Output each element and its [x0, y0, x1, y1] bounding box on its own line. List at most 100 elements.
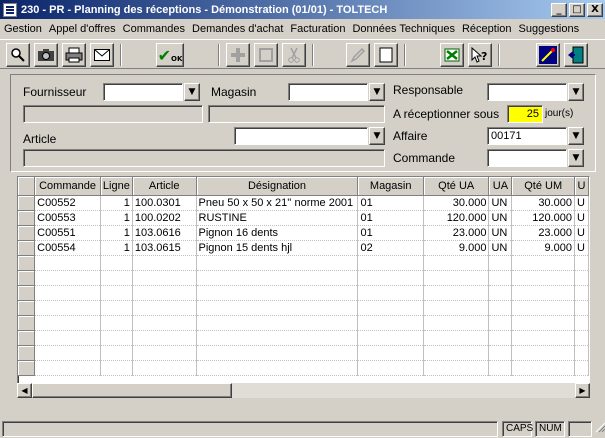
row-selector[interactable]	[18, 255, 36, 271]
cell-empty	[34, 345, 101, 361]
camera-icon	[38, 49, 54, 61]
scroll-right-button[interactable]: ▶	[575, 383, 590, 398]
menu-appel-offres[interactable]: Appel d'offres	[49, 23, 116, 35]
affaire-input[interactable]: 00171	[487, 127, 567, 145]
article-dropdown-button[interactable]: ▼	[369, 127, 385, 145]
cell-empty	[488, 315, 513, 331]
cell-empty	[357, 300, 424, 316]
column-header-article[interactable]: Article	[132, 177, 197, 196]
maximize-button[interactable]: □	[569, 2, 585, 17]
menu-reception[interactable]: Réception	[462, 23, 512, 35]
cell-empty	[132, 255, 197, 271]
excel-export-button[interactable]	[440, 43, 464, 67]
table-row[interactable]: C00552 1 100.0301 Pneu 50 x 50 x 21'' no…	[18, 195, 589, 211]
column-header-designation[interactable]: Désignation	[196, 177, 359, 196]
menu-facturation[interactable]: Facturation	[290, 23, 345, 35]
status-bar: CAPS NUM	[0, 419, 605, 438]
row-selector[interactable]	[18, 225, 36, 241]
cell-empty	[511, 300, 575, 316]
mail-button[interactable]	[90, 43, 114, 67]
cell-empty	[357, 315, 424, 331]
ok-button[interactable]: ✔ OK	[156, 43, 184, 67]
responsable-input[interactable]	[487, 83, 567, 101]
menu-bar: Gestion Appel d'offres Commandes Demande…	[0, 20, 605, 38]
cut-button[interactable]	[282, 43, 306, 67]
affaire-dropdown-button[interactable]: ▼	[568, 127, 584, 145]
column-header-u[interactable]: U	[574, 177, 589, 196]
scroll-thumb[interactable]	[32, 383, 232, 398]
edit-button[interactable]	[346, 43, 370, 67]
cell-ligne: 1	[100, 240, 133, 256]
search-button[interactable]	[6, 43, 30, 67]
article-input[interactable]	[234, 127, 368, 145]
table-row-empty[interactable]	[18, 285, 589, 301]
menu-gestion[interactable]: Gestion	[4, 23, 42, 35]
row-selector[interactable]	[18, 300, 36, 316]
row-selector[interactable]	[18, 195, 36, 211]
table-row-empty[interactable]	[18, 345, 589, 361]
exit-button[interactable]	[564, 43, 588, 67]
responsable-dropdown-button[interactable]: ▼	[568, 83, 584, 101]
column-header-ua[interactable]: UA	[488, 177, 513, 196]
row-selector[interactable]	[18, 210, 36, 226]
row-selector[interactable]	[18, 240, 36, 256]
chevron-right-icon: ▶	[579, 386, 586, 395]
row-selector[interactable]	[18, 270, 36, 286]
fournisseur-dropdown-button[interactable]: ▼	[184, 83, 200, 101]
row-selector[interactable]	[18, 360, 36, 376]
resize-grip-icon[interactable]	[592, 421, 605, 437]
table-row-empty[interactable]	[18, 270, 589, 286]
help-button[interactable]: ?	[468, 43, 492, 67]
cell-empty	[423, 345, 490, 361]
cell-empty	[132, 315, 197, 331]
fournisseur-input[interactable]	[103, 83, 183, 101]
magasin-input[interactable]	[288, 83, 368, 101]
table-row-empty[interactable]	[18, 300, 589, 316]
cell-empty	[511, 285, 575, 301]
table-row-empty[interactable]	[18, 330, 589, 346]
a-receptionner-input[interactable]: 25	[507, 105, 543, 123]
wizard-button[interactable]	[536, 43, 560, 67]
menu-commandes[interactable]: Commandes	[123, 23, 185, 35]
menu-demandes-achat[interactable]: Demandes d'achat	[192, 23, 283, 35]
cell-empty	[423, 270, 490, 286]
minimize-button[interactable]: _	[551, 2, 567, 17]
print-button[interactable]	[62, 43, 86, 67]
column-header-ligne[interactable]: Ligne	[100, 177, 133, 196]
column-header-qte-um[interactable]: Qté UM	[511, 177, 575, 196]
column-header-commande[interactable]: Commande	[34, 177, 101, 196]
commande-dropdown-button[interactable]: ▼	[568, 149, 584, 167]
table-row[interactable]: C00553 1 100.0202 RUSTINE 01 120.000 UN …	[18, 210, 589, 226]
table-row[interactable]: C00551 1 103.0616 Pignon 16 dents 01 23.…	[18, 225, 589, 241]
row-selector[interactable]	[18, 285, 36, 301]
receptions-grid[interactable]: Commande Ligne Article Désignation Magas…	[17, 176, 590, 396]
table-row[interactable]: C00554 1 103.0615 Pignon 15 dents hjl 02…	[18, 240, 589, 256]
app-icon[interactable]	[3, 2, 17, 17]
row-selector[interactable]	[18, 345, 36, 361]
menu-suggestions[interactable]: Suggestions	[519, 23, 580, 35]
scroll-left-button[interactable]: ◀	[17, 383, 32, 398]
horizontal-scrollbar[interactable]: ◀ ▶	[17, 383, 590, 398]
delete-button[interactable]	[254, 43, 278, 67]
article-description	[23, 149, 385, 167]
close-button[interactable]: X	[587, 2, 603, 17]
magasin-dropdown-button[interactable]: ▼	[369, 83, 385, 101]
camera-button[interactable]	[34, 43, 58, 67]
commande-input[interactable]	[487, 149, 567, 167]
row-selector[interactable]	[18, 315, 36, 331]
ok-check-icon: ✔	[157, 45, 172, 65]
table-row-empty[interactable]	[18, 315, 589, 331]
title-bar: 230 - PR - Planning des réceptions - Dém…	[0, 0, 605, 19]
add-button[interactable]	[226, 43, 250, 67]
column-header-qte-ua[interactable]: Qté UA	[423, 177, 490, 196]
menu-donnees-techniques[interactable]: Données Techniques	[352, 23, 455, 35]
column-header-magasin[interactable]: Magasin	[357, 177, 424, 196]
table-row-empty[interactable]	[18, 360, 589, 376]
row-selector[interactable]	[18, 330, 36, 346]
svg-text:?: ?	[481, 50, 487, 63]
cell-u: U	[574, 225, 589, 241]
table-row-empty[interactable]	[18, 255, 589, 271]
cell-empty	[196, 255, 359, 271]
new-page-button[interactable]	[374, 43, 398, 67]
cell-empty	[100, 360, 133, 376]
